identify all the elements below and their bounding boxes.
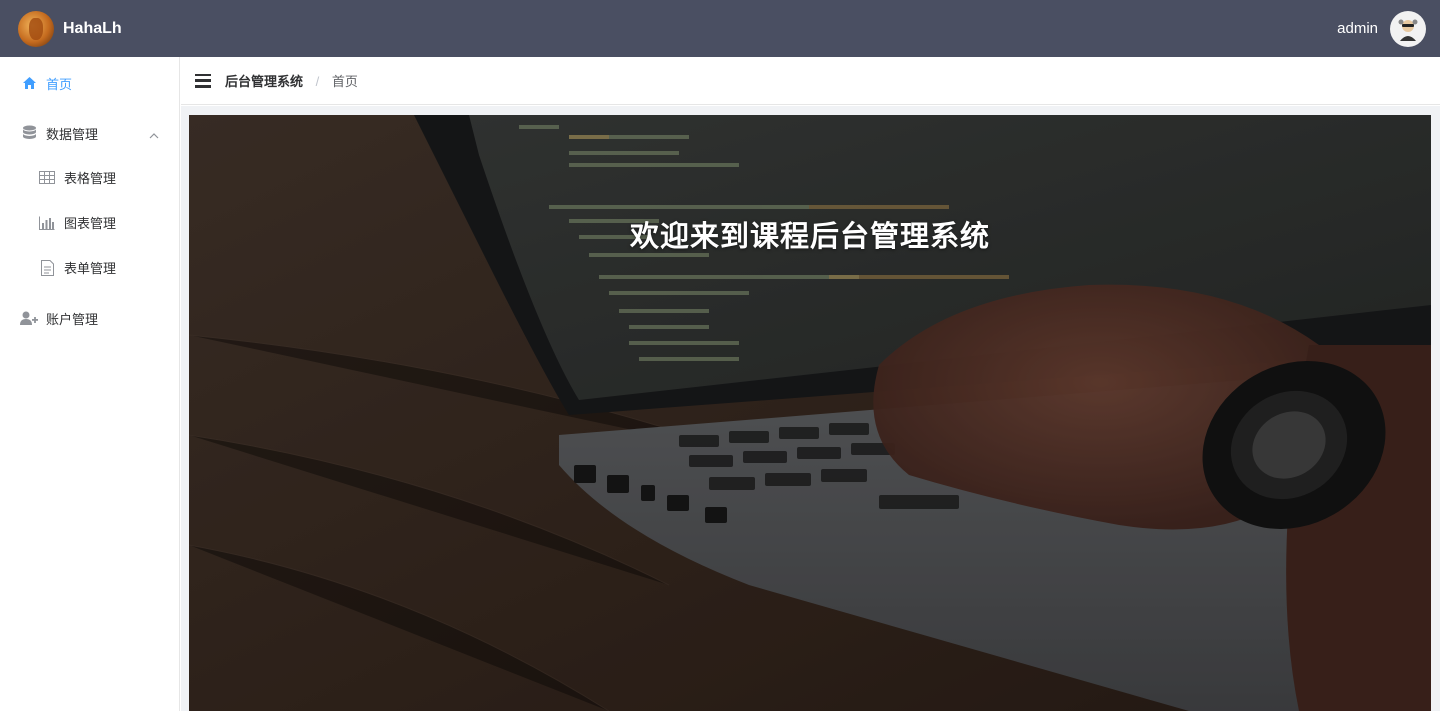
user-avatar[interactable] (1390, 10, 1426, 47)
sidebar-item-chart-management[interactable]: 图表管理 (0, 200, 179, 245)
sidebar-item-label: 图表管理 (64, 216, 117, 231)
document-icon (38, 259, 56, 276)
sidebar-item-label: 表格管理 (64, 171, 117, 186)
breadcrumb: 后台管理系统 / 首页 (225, 71, 358, 90)
chevron-up-icon (149, 127, 159, 142)
sidebar-item-data-management[interactable]: 数据管理 (0, 115, 179, 151)
main-content: 欢迎来到课程后台管理系统 (181, 106, 1440, 711)
sidebar-item-label: 账户管理 (46, 311, 99, 327)
breadcrumb-root[interactable]: 后台管理系统 (225, 74, 303, 89)
sidebar: 首页 数据管理 表格管理 图表管理 表单管理 账户管理 (0, 57, 180, 711)
breadcrumb-current: 首页 (331, 74, 358, 89)
user-avatar-icon (1398, 19, 1418, 41)
sidebar-item-home[interactable]: 首页 (0, 65, 179, 101)
breadcrumb-bar: 后台管理系统 / 首页 (181, 57, 1440, 105)
user-add-icon (20, 310, 38, 326)
user-name[interactable]: admin (1337, 20, 1378, 37)
sidebar-item-label: 首页 (46, 76, 73, 92)
breadcrumb-separator: / (315, 74, 320, 89)
top-header: HahaLh admin (0, 0, 1440, 57)
home-icon (20, 75, 38, 91)
brand[interactable]: HahaLh (18, 10, 122, 47)
table-icon (38, 170, 56, 186)
bar-chart-icon (38, 215, 56, 231)
logo-avatar (18, 10, 54, 47)
user-menu[interactable]: admin (1337, 10, 1426, 47)
database-icon (20, 125, 38, 141)
sidebar-item-account-management[interactable]: 账户管理 (0, 300, 179, 336)
sidebar-item-label: 数据管理 (46, 126, 99, 142)
sidebar-item-label: 表单管理 (64, 261, 117, 276)
welcome-title: 欢迎来到课程后台管理系统 (629, 221, 990, 253)
menu-toggle-icon[interactable] (195, 73, 211, 88)
sidebar-item-form-management[interactable]: 表单管理 (0, 245, 179, 290)
sidebar-item-table-management[interactable]: 表格管理 (0, 155, 179, 200)
laptop-background-image (189, 115, 1431, 711)
welcome-banner: 欢迎来到课程后台管理系统 (189, 115, 1431, 711)
brand-name: HahaLh (63, 19, 122, 37)
